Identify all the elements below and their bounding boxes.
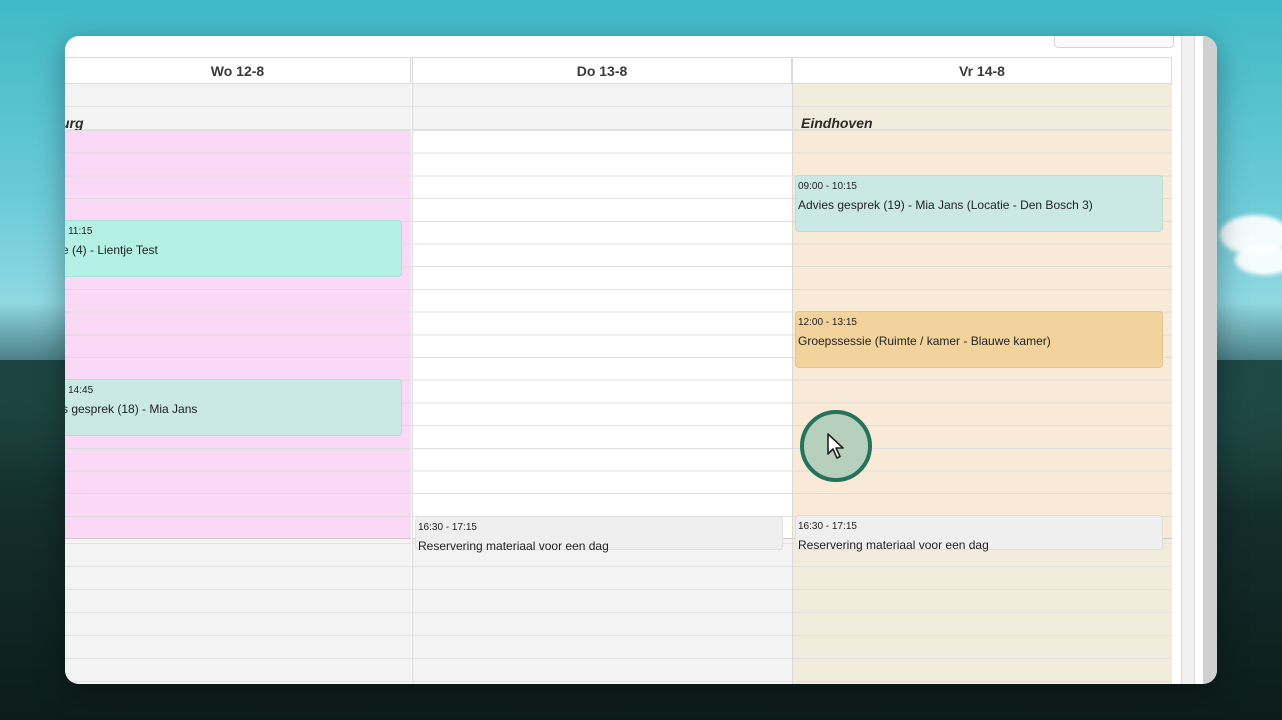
availability-block[interactable] (413, 130, 792, 539)
reservation-event[interactable]: 16:30 - 17:15 Reservering materiaal voor… (795, 515, 1163, 552)
day-header[interactable]: Do 13-8 (412, 57, 792, 84)
scrollbar-track[interactable] (1181, 36, 1195, 684)
event-title: Groepssessie (Ruimte / kamer - Blauwe ka… (798, 334, 1051, 348)
event-title: Advies gesprek (19) - Mia Jans (Locatie … (798, 198, 1093, 212)
day-body[interactable]: Eindhoven 09:00 - 10:15 Advies gesprek (… (792, 84, 1172, 684)
day-header[interactable]: Wo 12-8 (65, 57, 411, 84)
event-time: - 11:15 (65, 226, 93, 237)
day-column-friday: Vr 14-8 Eindhoven 09:00 - 10:15 Advies g… (792, 57, 1172, 684)
event-time: 16:30 - 17:15 (798, 521, 857, 532)
day-body[interactable]: 16:30 - 17:15 Reservering materiaal voor… (412, 84, 792, 684)
day-column-thursday: Do 13-8 16:30 - 17:15 Reservering materi… (412, 57, 792, 684)
day-body[interactable]: urg - 11:15 e (4) - Lientje Test - 14:45… (65, 84, 411, 684)
event-title: s gesprek (18) - Mia Jans (65, 402, 198, 416)
reservation-event[interactable]: 16:30 - 17:15 Reservering materiaal voor… (415, 516, 783, 553)
event-title: Reservering materiaal voor een dag (798, 538, 989, 552)
event-time: 09:00 - 10:15 (798, 181, 857, 192)
location-label: Eindhoven (801, 115, 873, 131)
click-highlight (800, 410, 872, 482)
appointment-event[interactable]: 09:00 - 10:15 Advies gesprek (19) - Mia … (795, 175, 1163, 232)
event-time: - 14:45 (65, 385, 94, 396)
event-title: Reservering materiaal voor een dag (418, 539, 609, 553)
appointment-event[interactable]: - 14:45 s gesprek (18) - Mia Jans (65, 379, 402, 436)
event-time: 16:30 - 17:15 (418, 522, 477, 533)
appointment-event[interactable]: - 11:15 e (4) - Lientje Test (65, 220, 402, 277)
availability-block[interactable] (65, 130, 411, 539)
group-session-event[interactable]: 12:00 - 13:15 Groepssessie (Ruimte / kam… (795, 311, 1163, 368)
cloud (1235, 245, 1282, 275)
event-time: 12:00 - 13:15 (798, 317, 857, 328)
day-column-wednesday: Wo 12-8 urg - 11:15 e (4) - Lientje Test… (65, 57, 411, 684)
cursor-arrow-icon (827, 433, 844, 459)
location-label: urg (65, 115, 84, 131)
event-title: e (4) - Lientje Test (65, 243, 158, 257)
grid-lines (65, 130, 411, 538)
calendar-window: Wo 12-8 urg - 11:15 e (4) - Lientje Test… (65, 36, 1217, 684)
window-edge (1203, 36, 1217, 684)
day-header[interactable]: Vr 14-8 (792, 57, 1172, 84)
toolbar-button[interactable] (1054, 36, 1174, 48)
grid-lines (413, 130, 792, 538)
